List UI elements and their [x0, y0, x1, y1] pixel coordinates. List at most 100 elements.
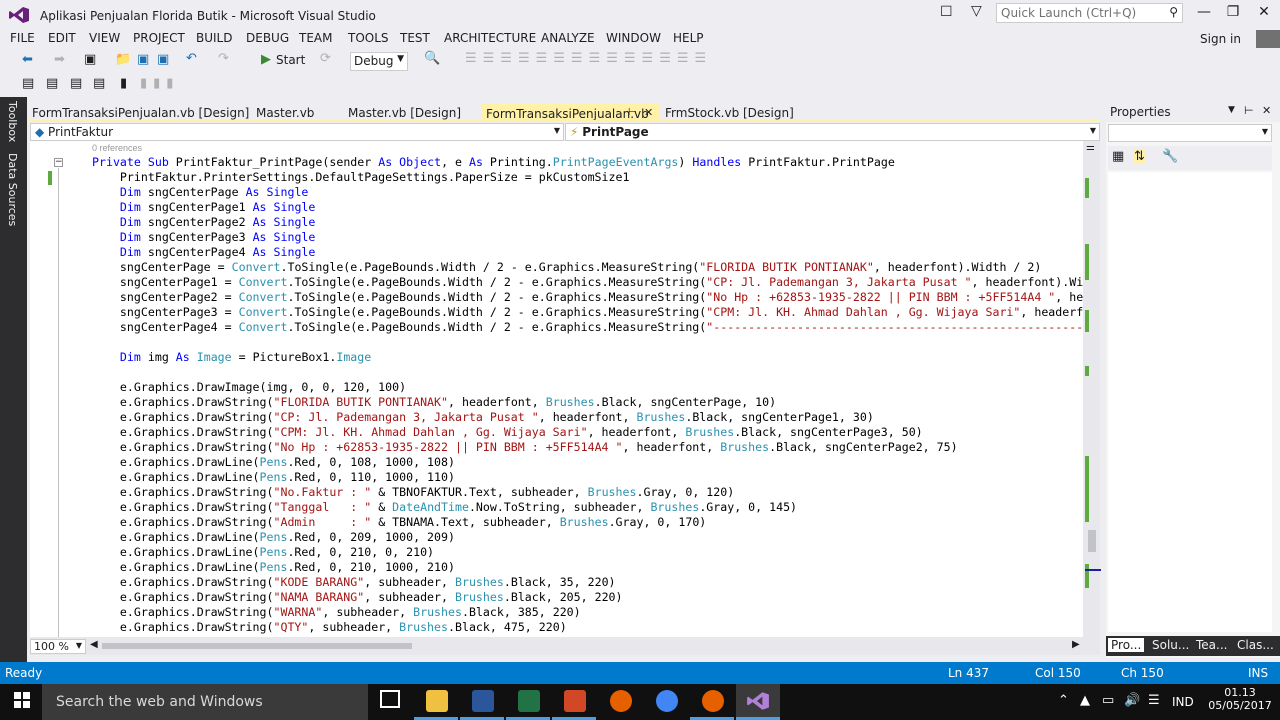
code-line[interactable]: e.Graphics.DrawLine(Pens.Red, 0, 209, 10…: [92, 530, 455, 545]
code-line[interactable]: e.Graphics.DrawString("No.Faktur : " & T…: [92, 485, 734, 500]
attach-icon[interactable]: ⟳: [320, 51, 331, 66]
split-icon[interactable]: ⚌: [1086, 142, 1095, 153]
code-line[interactable]: e.Graphics.DrawLine(Pens.Red, 0, 210, 10…: [92, 560, 455, 575]
sign-in-link[interactable]: Sign in: [1200, 32, 1241, 46]
properties-grid[interactable]: [1108, 172, 1272, 632]
restore-button[interactable]: ❐: [1219, 4, 1247, 20]
horizontal-scroll-thumb[interactable]: [102, 643, 412, 649]
start-button[interactable]: Start: [276, 53, 305, 67]
code-line[interactable]: Dim sngCenterPage4 As Single: [92, 245, 315, 260]
code-line[interactable]: e.Graphics.DrawLine(Pens.Red, 0, 110, 10…: [92, 470, 455, 485]
increase-indent-icon[interactable]: ▤: [93, 76, 105, 91]
menu-window[interactable]: WINDOW: [606, 31, 661, 45]
code-line[interactable]: e.Graphics.DrawString("Admin : " & TBNAM…: [92, 515, 706, 530]
member-dropdown[interactable]: ⚡ PrintPage ▼: [565, 123, 1100, 141]
code-line[interactable]: e.Graphics.DrawString("QTY", subheader, …: [92, 620, 567, 635]
powerpoint-icon[interactable]: [564, 690, 586, 712]
clock[interactable]: 01.13 05/05/2017: [1207, 686, 1273, 712]
menu-tools[interactable]: TOOLS: [348, 31, 389, 45]
categorized-icon[interactable]: ▦: [1112, 149, 1124, 164]
forward-icon[interactable]: ➡: [54, 52, 65, 67]
code-line[interactable]: sngCenterPage4 = Convert.ToSingle(e.Page…: [92, 320, 1083, 335]
tab-class-view[interactable]: Clas...: [1237, 638, 1274, 652]
scroll-left-icon[interactable]: ◀: [90, 639, 98, 650]
bookmark-icon[interactable]: ▮: [120, 76, 127, 91]
chevron-down-icon[interactable]: ▼: [1228, 105, 1235, 115]
save-icon[interactable]: ▣: [137, 52, 149, 67]
menu-team[interactable]: TEAM: [299, 31, 332, 45]
code-line[interactable]: e.Graphics.DrawLine(Pens.Red, 0, 210, 0,…: [92, 545, 434, 560]
tab-solution-explorer[interactable]: Solu...: [1152, 638, 1189, 652]
language-indicator[interactable]: IND: [1172, 695, 1194, 709]
network-icon[interactable]: ▲: [1080, 693, 1090, 708]
code-line[interactable]: e.Graphics.DrawString("No Hp : +62853-19…: [92, 440, 958, 455]
new-project-icon[interactable]: ▣: [84, 52, 96, 67]
decrease-indent-icon[interactable]: ▤: [70, 76, 82, 91]
notifications-icon[interactable]: ☰: [1148, 693, 1160, 708]
task-view-icon[interactable]: [380, 690, 400, 708]
save-all-icon[interactable]: ▣: [157, 52, 169, 67]
menu-help[interactable]: HELP: [673, 31, 704, 45]
word-icon[interactable]: [472, 690, 494, 712]
zoom-select[interactable]: 100 % ▼: [30, 639, 86, 654]
code-line[interactable]: e.Graphics.DrawString("WARNA", subheader…: [92, 605, 581, 620]
solution-configuration-select[interactable]: Debug ▼: [350, 52, 408, 71]
feedback-icon[interactable]: ☐: [940, 4, 953, 20]
menu-build[interactable]: BUILD: [196, 31, 232, 45]
code-line[interactable]: Dim sngCenterPage2 As Single: [92, 215, 315, 230]
windows-start-icon[interactable]: [14, 692, 30, 708]
avatar[interactable]: [1256, 30, 1280, 48]
tab-frmstock-design[interactable]: FrmStock.vb [Design]: [661, 104, 798, 121]
menu-analyze[interactable]: ANALYZE: [541, 31, 595, 45]
excel-icon[interactable]: [518, 690, 540, 712]
minimize-button[interactable]: —: [1190, 4, 1218, 20]
menu-debug[interactable]: DEBUG: [246, 31, 289, 45]
firefox-icon[interactable]: [610, 690, 632, 712]
code-line[interactable]: Dim sngCenterPage1 As Single: [92, 200, 315, 215]
quick-launch-input[interactable]: Quick Launch (Ctrl+Q) ⚲: [996, 3, 1183, 23]
code-line[interactable]: PrintFaktur.PrinterSettings.DefaultPageS…: [92, 170, 630, 185]
tab-team-explorer[interactable]: Tea...: [1196, 638, 1227, 652]
tab-properties[interactable]: Pro...: [1108, 638, 1145, 652]
tab-master-vb[interactable]: Master.vb: [252, 104, 318, 121]
code-line[interactable]: e.Graphics.DrawString("CPM: Jl. KH. Ahma…: [92, 425, 923, 440]
code-line[interactable]: Dim sngCenterPage As Single: [92, 185, 309, 200]
pin-icon[interactable]: ⊢: [1244, 104, 1254, 117]
alphabetical-icon[interactable]: ⇅: [1134, 149, 1145, 164]
open-file-icon[interactable]: 📁: [115, 52, 131, 67]
code-line[interactable]: e.Graphics.DrawImage(img, 0, 0, 120, 100…: [92, 380, 406, 395]
code-line[interactable]: sngCenterPage2 = Convert.ToSingle(e.Page…: [92, 290, 1083, 305]
property-pages-icon[interactable]: 🔧: [1162, 149, 1178, 164]
filter-icon[interactable]: ▽: [971, 3, 982, 19]
scroll-right-icon[interactable]: ▶: [1072, 639, 1080, 650]
chrome-icon[interactable]: [656, 690, 678, 712]
properties-object-select[interactable]: ▼: [1108, 124, 1272, 142]
menu-edit[interactable]: EDIT: [48, 31, 76, 45]
code-line[interactable]: Private Sub PrintFaktur_PrintPage(sender…: [92, 155, 895, 170]
code-line[interactable]: Dim sngCenterPage3 As Single: [92, 230, 315, 245]
code-line[interactable]: e.Graphics.DrawString("CP: Jl. Pademanga…: [92, 410, 874, 425]
collapse-outline-icon[interactable]: −: [54, 158, 63, 167]
firefox-alt-icon[interactable]: [702, 690, 724, 712]
code-line[interactable]: e.Graphics.DrawString("NAMA BARANG", sub…: [92, 590, 623, 605]
code-line[interactable]: e.Graphics.DrawLine(Pens.Red, 0, 108, 10…: [92, 455, 455, 470]
start-icon[interactable]: ▶: [261, 52, 271, 67]
tab-form-transaksi-vb[interactable]: FormTransaksiPenjualan.vb ⊢ ✕: [482, 104, 660, 121]
tab-master-design[interactable]: Master.vb [Design]: [344, 104, 465, 121]
code-line[interactable]: sngCenterPage1 = Convert.ToSingle(e.Page…: [92, 275, 1083, 290]
data-sources-tab[interactable]: Data Sources: [6, 153, 19, 226]
battery-icon[interactable]: ▭: [1102, 693, 1114, 708]
back-icon[interactable]: ⬅: [22, 52, 33, 67]
vertical-scroll-thumb[interactable]: [1088, 530, 1096, 552]
taskbar-search-input[interactable]: Search the web and Windows: [42, 684, 368, 720]
code-line[interactable]: sngCenterPage = Convert.ToSingle(e.PageB…: [92, 260, 1041, 275]
object-dropdown[interactable]: ◆ PrintFaktur ▼: [30, 123, 564, 141]
code-line[interactable]: e.Graphics.DrawString("KODE BARANG", sub…: [92, 575, 616, 590]
menu-file[interactable]: FILE: [10, 31, 35, 45]
format-document-icon[interactable]: ▤: [22, 76, 34, 91]
undo-icon[interactable]: ↶: [186, 51, 197, 66]
code-line[interactable]: e.Graphics.DrawString("FLORIDA BUTIK PON…: [92, 395, 776, 410]
visual-studio-taskbar-icon[interactable]: [746, 690, 770, 712]
show-hidden-icons-icon[interactable]: ⌃: [1058, 693, 1069, 708]
menu-test[interactable]: TEST: [400, 31, 430, 45]
